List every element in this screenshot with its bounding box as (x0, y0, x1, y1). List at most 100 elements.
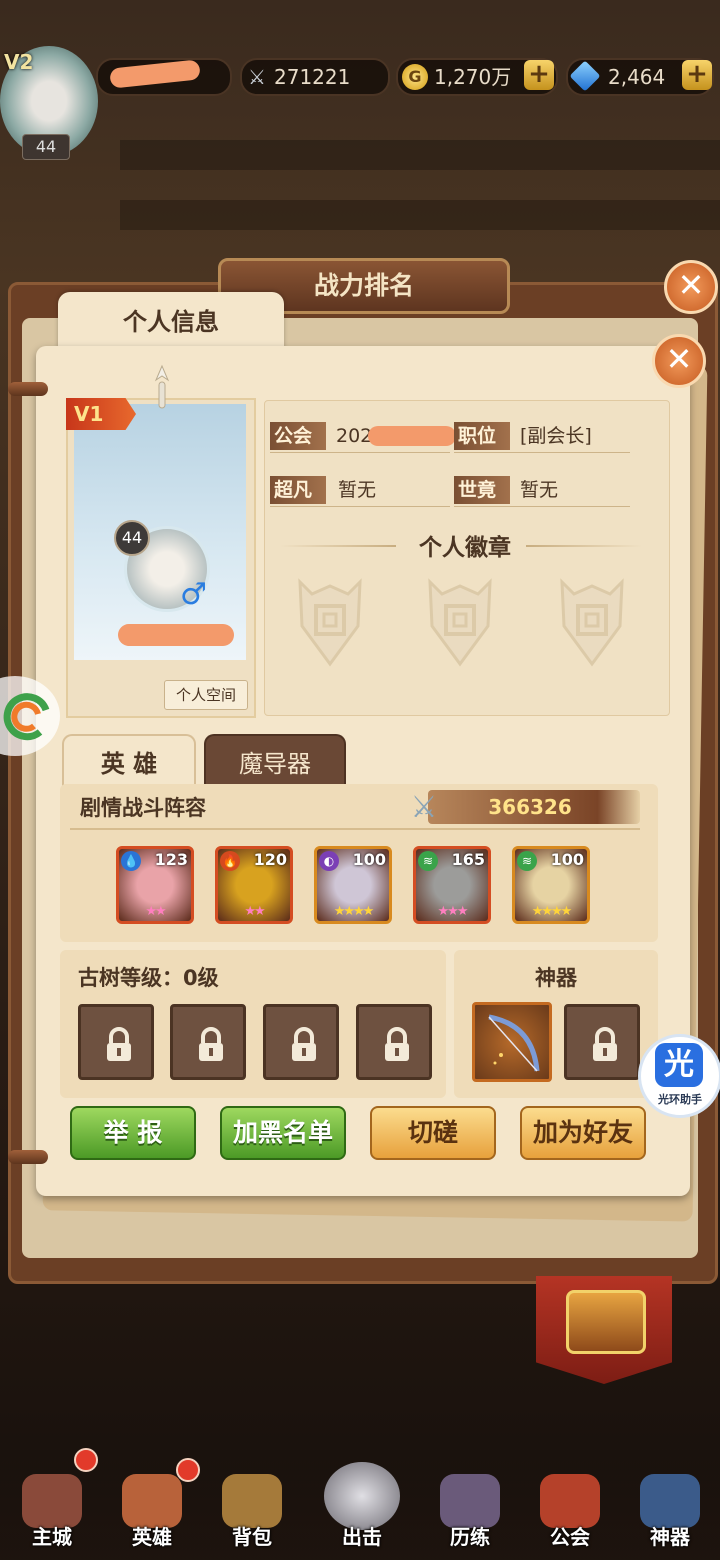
notification-dot (74, 1448, 98, 1472)
artifact-title: 神器 (535, 966, 577, 990)
castle-icon (22, 1474, 82, 1528)
assistant-icon: 光 (655, 1043, 703, 1087)
hero-level: 100 (352, 850, 386, 869)
position-label: 职位 (454, 422, 510, 450)
profile-name-redaction (118, 624, 234, 646)
nav-label: 英雄 (132, 1525, 172, 1549)
badge-slot-3[interactable] (556, 576, 628, 668)
tree-slot-locked-3[interactable] (263, 1004, 339, 1080)
treasure-banner[interactable] (536, 1276, 672, 1384)
player-name-pill[interactable] (96, 58, 232, 96)
nav-guild[interactable]: 公会 (530, 1470, 610, 1550)
artifact-slot-locked[interactable] (564, 1004, 640, 1080)
pin-icon (150, 362, 174, 412)
guild-shield-icon (540, 1474, 600, 1528)
nav-label: 历练 (450, 1525, 490, 1549)
gold-coin-icon: G (402, 64, 428, 90)
divider (270, 506, 450, 507)
tree-slot-locked-4[interactable] (356, 1004, 432, 1080)
element-icon: ≋ (418, 851, 438, 871)
divider (70, 828, 640, 830)
team-title: 剧情战斗阵容 (80, 796, 206, 820)
nav-label: 背包 (232, 1525, 272, 1549)
spar-button[interactable]: 切磋 (370, 1106, 496, 1160)
tab-personal-info[interactable]: 个人信息 (58, 292, 284, 350)
position-value: [副会长] (520, 425, 592, 447)
assistant-floating-button[interactable]: 光 光环助手 (638, 1034, 720, 1118)
hero-stars: ★★★ (437, 904, 469, 919)
bookshelf-decor (120, 200, 720, 230)
artifact-crystal-icon (640, 1474, 700, 1528)
badges-title: 个人徽章 (419, 535, 511, 561)
gold-value: 1,270万 (434, 65, 512, 89)
vip-badge: V1 (66, 398, 136, 430)
add-diamond-button[interactable]: + (682, 60, 712, 90)
vip-label: V2 (4, 50, 34, 74)
tower-icon (440, 1474, 500, 1528)
backpack-icon (222, 1474, 282, 1528)
nav-bag[interactable]: 背包 (212, 1470, 292, 1550)
nav-label: 神器 (650, 1525, 690, 1549)
nav-attack[interactable]: 出击 (318, 1458, 406, 1550)
hero-card[interactable]: ◐ 100 ★★★★ (314, 846, 392, 924)
add-gold-button[interactable]: + (524, 60, 554, 90)
artifact-bow[interactable] (472, 1002, 552, 1082)
tree-slot-locked-1[interactable] (78, 1004, 154, 1080)
guild-value: 202 (336, 425, 373, 447)
guild-label: 公会 (270, 422, 326, 450)
close-panel-button[interactable]: ✕ (652, 334, 706, 388)
add-friend-button[interactable]: 加为好友 (520, 1106, 646, 1160)
hero-level: 120 (253, 850, 287, 869)
profile-level-badge: 44 (114, 520, 150, 556)
nav-heroes[interactable]: 英雄 (112, 1470, 192, 1550)
power-value: 271221 (274, 65, 351, 89)
bookshelf-decor (120, 140, 720, 170)
element-icon: ◐ (319, 851, 339, 871)
player-level: 44 (22, 134, 70, 160)
team-power-value: 366326 (488, 795, 572, 819)
blacklist-button[interactable]: 加黑名单 (220, 1106, 346, 1160)
tab-magic-devices[interactable]: 魔导器 (204, 734, 346, 788)
divider (270, 452, 450, 453)
nav-label: 主城 (32, 1525, 72, 1549)
hero-level: 165 (451, 850, 485, 869)
notification-dot (176, 1458, 200, 1482)
nav-label: 公会 (550, 1525, 590, 1549)
element-icon: 🔥 (220, 851, 240, 871)
male-icon: ♂ (180, 577, 207, 612)
treasure-chest-icon (566, 1290, 646, 1354)
nav-label: 出击 (342, 1525, 382, 1549)
badge-slot-1[interactable] (294, 576, 366, 668)
chaofan-label: 超凡 (270, 476, 326, 504)
assistant-label: 光环助手 (658, 1093, 702, 1106)
nav-artifact[interactable]: 神器 (630, 1470, 710, 1550)
hero-card[interactable]: ≋ 165 ★★★ (413, 846, 491, 924)
hero-stars: ★★★★ (333, 904, 375, 919)
binder-ring (8, 1150, 48, 1164)
attack-swords-icon (324, 1462, 400, 1530)
hero-card[interactable]: ≋ 100 ★★★★ (512, 846, 590, 924)
hero-level: 123 (154, 850, 188, 869)
binder-ring (8, 382, 48, 396)
divider (454, 452, 630, 453)
hero-icon (122, 1474, 182, 1528)
hero-card[interactable]: 🔥 120 ★★ (215, 846, 293, 924)
personal-space-button[interactable]: 个人空间 (164, 680, 248, 710)
nav-training[interactable]: 历练 (430, 1470, 510, 1550)
tab-heroes[interactable]: 英 雄 (62, 734, 196, 788)
badge-slot-2[interactable] (424, 576, 496, 668)
chaofan-value: 暂无 (338, 479, 377, 501)
name-redaction (109, 59, 201, 89)
hero-card[interactable]: 💧 123 ★★ (116, 846, 194, 924)
close-window-button[interactable]: ✕ (664, 260, 718, 314)
report-button[interactable]: 举 报 (70, 1106, 196, 1160)
diamond-icon (569, 60, 601, 92)
shijing-value: 暂无 (520, 479, 559, 501)
bow-icon (488, 1014, 540, 1072)
tree-slot-locked-2[interactable] (170, 1004, 246, 1080)
hero-stars: ★★★★ (531, 904, 573, 919)
hero-stars: ★★ (145, 904, 166, 919)
nav-main-city[interactable]: 主城 (12, 1470, 92, 1550)
swords-icon: ⚔ (248, 65, 266, 89)
hero-level: 100 (550, 850, 584, 869)
